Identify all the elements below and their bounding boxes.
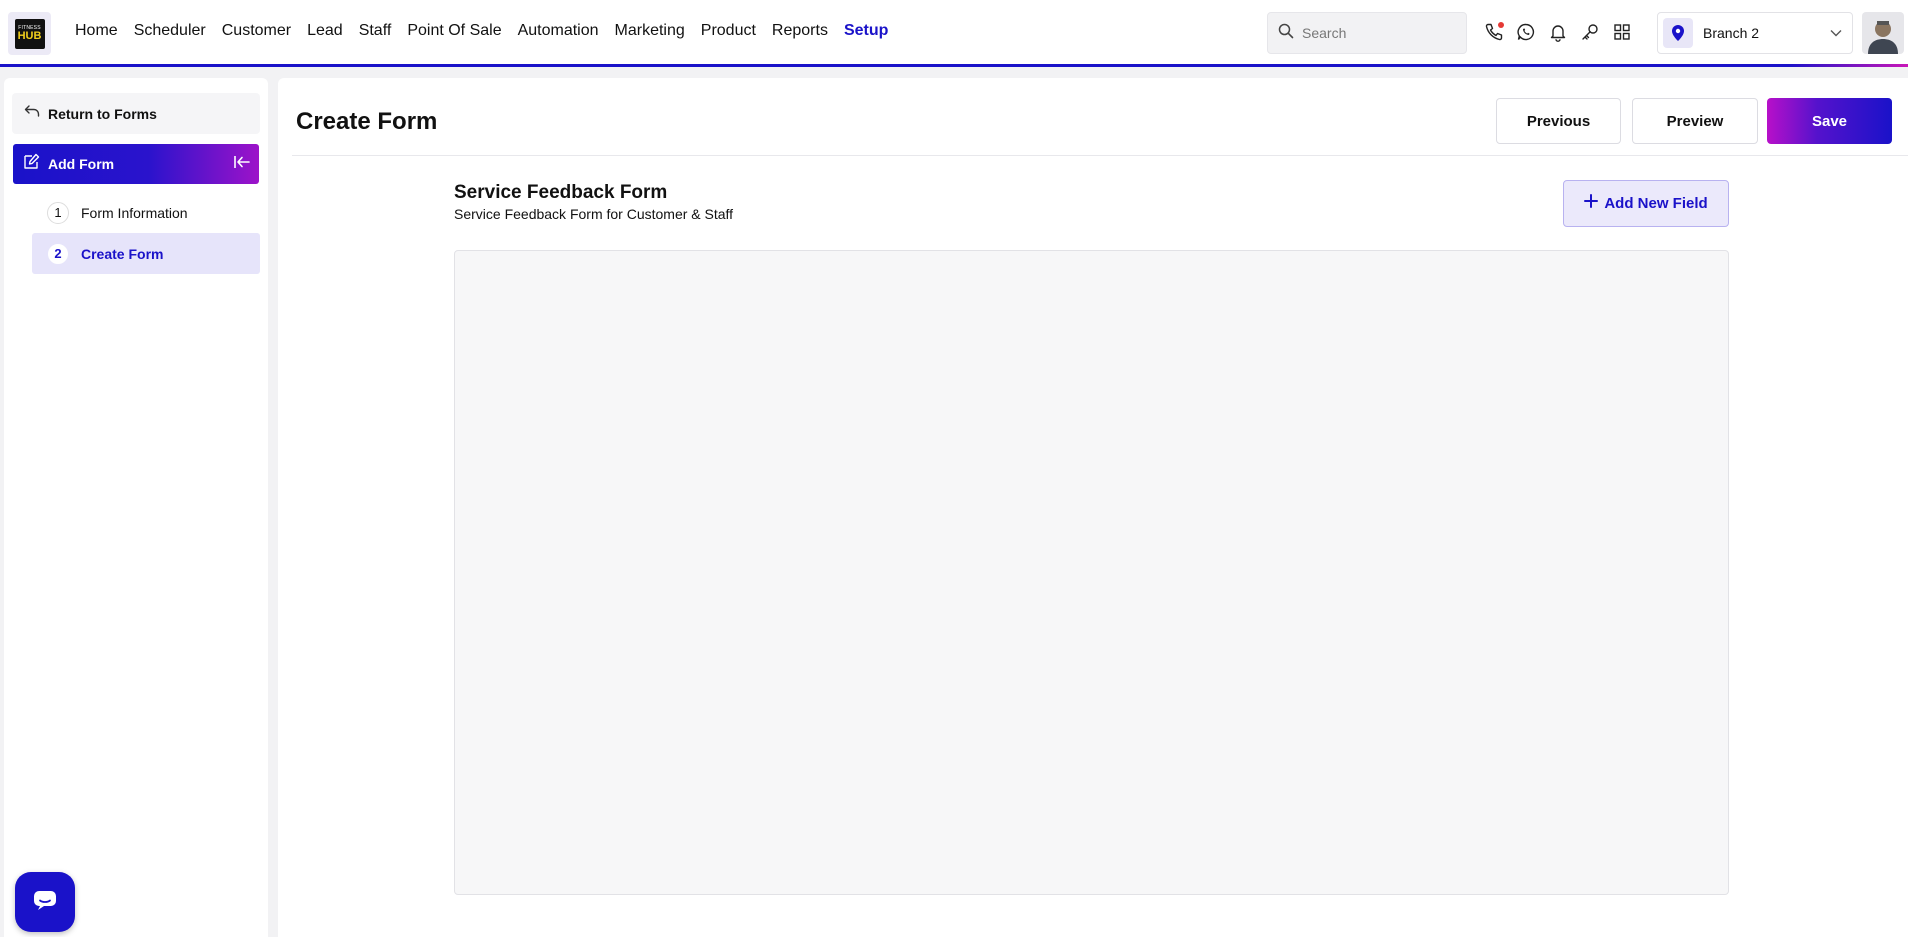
key-icon[interactable] [1580,20,1600,44]
return-to-forms-button[interactable]: Return to Forms [12,93,260,134]
edit-form-icon [23,153,40,175]
save-button[interactable]: Save [1767,98,1892,144]
nav-item-reports[interactable]: Reports [772,22,828,40]
chevron-down-icon [1830,24,1842,42]
plus-icon [1584,194,1599,213]
nav-item-home[interactable]: Home [75,22,118,40]
user-avatar[interactable] [1862,12,1904,54]
preview-button[interactable]: Preview [1632,98,1758,144]
add-new-field-label: Add New Field [1604,195,1708,212]
branch-selector[interactable]: Branch 2 [1657,12,1853,54]
nav-item-setup[interactable]: Setup [844,22,888,40]
step-label: Form Information [81,204,188,221]
nav-item-scheduler[interactable]: Scheduler [134,22,206,40]
page-title: Create Form [296,108,438,135]
step-form-information[interactable]: 1 Form Information [32,192,260,233]
step-number: 1 [47,201,69,224]
top-navigation-bar: FITNESS HUB Home Scheduler Customer Lead… [0,0,1908,67]
main-nav: Home Scheduler Customer Lead Staff Point… [75,22,904,40]
apps-grid-icon[interactable] [1612,20,1632,44]
branch-label: Branch 2 [1703,25,1760,41]
phone-icon[interactable] [1484,20,1504,44]
form-description: Service Feedback Form for Customer & Sta… [454,206,734,222]
bell-icon[interactable] [1548,20,1568,44]
collapse-sidebar-icon[interactable] [233,154,251,175]
step-create-form[interactable]: 2 Create Form [32,233,260,274]
search-input[interactable] [1302,25,1452,41]
form-name: Service Feedback Form [454,182,668,203]
form-builder-canvas[interactable] [454,250,1729,895]
logo-text-bottom: HUB [17,30,42,42]
add-form-header: Add Form [13,144,259,184]
search-icon [1278,23,1294,44]
notification-dot [1498,22,1504,28]
return-to-forms-label: Return to Forms [48,105,157,122]
search-box[interactable] [1267,12,1467,54]
location-pin-icon [1663,18,1693,48]
back-arrow-icon [24,104,40,123]
nav-item-staff[interactable]: Staff [359,22,392,40]
nav-item-point-of-sale[interactable]: Point Of Sale [407,22,501,40]
toolbar-icons [1484,20,1632,44]
chat-support-button[interactable] [15,872,75,932]
step-label: Create Form [81,245,164,262]
brand-logo[interactable]: FITNESS HUB [8,12,51,55]
nav-item-product[interactable]: Product [701,22,756,40]
step-number: 2 [47,242,69,265]
main-panel: Create Form Previous Preview Save Servic… [278,78,1908,937]
left-sidebar: Return to Forms Add Form 1 Form Informat… [4,78,268,937]
previous-button[interactable]: Previous [1496,98,1621,144]
nav-item-lead[interactable]: Lead [307,22,343,40]
header-divider [292,155,1908,156]
nav-item-customer[interactable]: Customer [222,22,291,40]
logo-mark: FITNESS HUB [14,18,45,49]
add-form-title: Add Form [48,156,115,172]
nav-item-marketing[interactable]: Marketing [615,22,685,40]
chat-icon [32,889,58,916]
nav-item-automation[interactable]: Automation [518,22,599,40]
whatsapp-icon[interactable] [1516,20,1536,44]
add-new-field-button[interactable]: Add New Field [1563,180,1729,227]
